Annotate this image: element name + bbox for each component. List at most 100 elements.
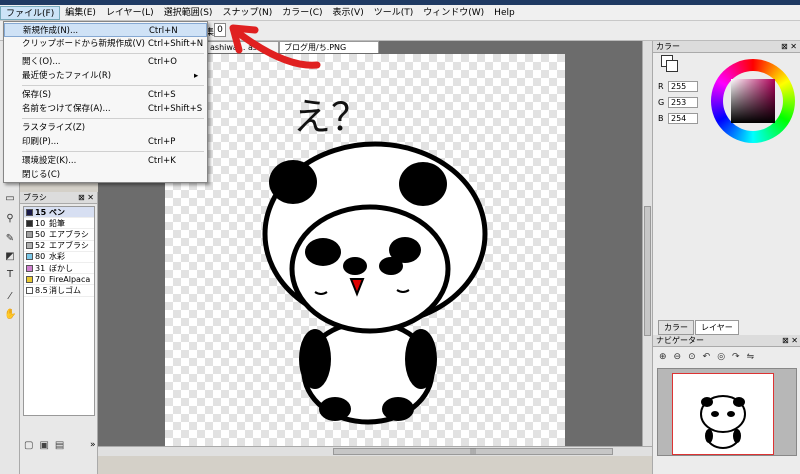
menu-item-close[interactable]: 閉じる(C) xyxy=(4,168,207,182)
menu-item-label: 開く(O)... xyxy=(22,57,61,67)
menu-item-save[interactable]: 保存(S) Ctrl+S xyxy=(4,88,207,102)
drawing-canvas[interactable]: え？ xyxy=(165,54,565,446)
brush-name: エアブラシ xyxy=(49,241,89,251)
menu-tool[interactable]: ツール(T) xyxy=(369,6,419,20)
background-color-swatch[interactable] xyxy=(666,60,678,72)
hand-icon[interactable]: ✋ xyxy=(4,309,16,321)
rotate-right-icon[interactable]: ↷ xyxy=(732,352,740,362)
rotate-left-icon[interactable]: ↶ xyxy=(703,352,711,362)
panel-close-icon[interactable]: ⊠ ✕ xyxy=(782,335,798,347)
expand-arrow-icon[interactable]: » xyxy=(90,440,96,450)
blue-field: B 254 xyxy=(658,113,698,124)
green-value[interactable]: 253 xyxy=(668,97,698,108)
brush-item[interactable]: 80 水彩 xyxy=(24,252,94,263)
vertical-scroll-thumb[interactable] xyxy=(644,206,651,336)
menu-item-shortcut: Ctrl+Shift+S xyxy=(148,104,203,114)
bucket-icon[interactable]: ◩ xyxy=(4,251,16,263)
menu-edit[interactable]: 編集(E) xyxy=(60,6,101,20)
rotate-reset-icon[interactable]: ◎ xyxy=(717,352,725,362)
red-field: R 255 xyxy=(658,81,698,92)
menu-bar: ファイル(F) 編集(E) レイヤー(L) 選択範囲(S) スナップ(N) カラ… xyxy=(0,5,800,21)
menu-item-label: 最近使ったファイル(R) xyxy=(22,71,112,81)
navigator-preview[interactable] xyxy=(657,368,797,456)
pen-icon[interactable]: ✎ xyxy=(4,233,16,245)
new-brush-icon[interactable]: ▢ xyxy=(24,440,33,451)
brush-swatch xyxy=(26,208,33,216)
menu-window[interactable]: ウィンドウ(W) xyxy=(418,6,489,20)
brush-item[interactable]: 50 エアブラシ xyxy=(24,229,94,241)
vertical-scrollbar[interactable] xyxy=(642,41,652,446)
menu-item-label: 環境設定(K)... xyxy=(22,156,77,166)
navigator-thumbnail xyxy=(700,395,746,449)
menu-item-open[interactable]: 開く(O)... Ctrl+O xyxy=(4,55,207,69)
menu-item-label: 保存(S) xyxy=(22,90,52,100)
tab-layer[interactable]: レイヤー xyxy=(695,320,739,335)
brush-item[interactable]: 52 エアブラシ xyxy=(24,241,94,252)
navigator-viewport[interactable] xyxy=(672,373,774,455)
delete-brush-icon[interactable]: ▤ xyxy=(55,440,64,451)
menu-color[interactable]: カラー(C) xyxy=(277,6,327,20)
color-wheel[interactable] xyxy=(711,59,795,143)
status-bar xyxy=(98,456,652,474)
file-menu-dropdown: 新規作成(N)... Ctrl+N クリップボードから新規作成(V) Ctrl+Sh… xyxy=(3,21,208,183)
menu-item-shortcut: Ctrl+N xyxy=(149,26,178,36)
zoom-fit-icon[interactable]: ⊙ xyxy=(688,352,696,362)
panel-close-icon[interactable]: ⊠ ✕ xyxy=(78,192,94,204)
saturation-square[interactable] xyxy=(731,79,775,123)
select-rect-icon[interactable]: ▭ xyxy=(4,193,16,205)
brush-name: 鉛筆 xyxy=(49,218,65,228)
brush-item[interactable]: 15 ペン xyxy=(24,207,94,219)
brush-item[interactable]: 10 鉛筆 xyxy=(24,218,94,230)
menu-item-new[interactable]: 新規作成(N)... Ctrl+N xyxy=(4,23,207,37)
red-value[interactable]: 255 xyxy=(668,81,698,92)
brush-size: 80 xyxy=(35,252,46,262)
submenu-arrow-icon: ▸ xyxy=(194,71,199,81)
zoom-icon[interactable]: ⚲ xyxy=(4,213,16,225)
menu-view[interactable]: 表示(V) xyxy=(328,6,369,20)
color-panel-header: カラー ⊠ ✕ xyxy=(653,41,800,53)
zoom-out-icon[interactable]: ⊖ xyxy=(674,352,682,362)
brush-swatch xyxy=(26,219,33,227)
brush-item[interactable]: 70 FireAlpaca xyxy=(24,274,94,286)
menu-item-label: 印刷(P)... xyxy=(22,137,59,147)
brush-item[interactable]: 31 ぼかし xyxy=(24,263,94,275)
menu-item-shortcut: Ctrl+O xyxy=(148,57,177,67)
menu-layer[interactable]: レイヤー(L) xyxy=(101,6,159,20)
flip-icon[interactable]: ⇋ xyxy=(747,352,755,362)
red-label: R xyxy=(658,82,664,91)
horizontal-scroll-thumb[interactable]: ||| xyxy=(333,448,613,455)
menu-item-preferences[interactable]: 環境設定(K)... Ctrl+K xyxy=(4,154,207,168)
brush-name: ぼかし xyxy=(49,263,73,273)
menu-item-print[interactable]: 印刷(P)... Ctrl+P xyxy=(4,135,207,149)
brush-size: 50 xyxy=(35,229,46,239)
zoom-in-icon[interactable]: ⊕ xyxy=(659,352,667,362)
edit-brush-icon[interactable]: ▣ xyxy=(39,440,48,451)
panel-close-icon[interactable]: ⊠ ✕ xyxy=(781,41,797,53)
menu-selection[interactable]: 選択範囲(S) xyxy=(159,6,218,20)
menu-item-save-as[interactable]: 名前をつけて保存(A)... Ctrl+Shift+S xyxy=(4,102,207,116)
brush-swatch xyxy=(26,286,33,294)
menu-item-rasterize[interactable]: ラスタライズ(Z) xyxy=(4,121,207,135)
blue-value[interactable]: 254 xyxy=(668,113,698,124)
menu-item-new-from-clipboard[interactable]: クリップボードから新規作成(V) Ctrl+Shift+N xyxy=(4,37,207,51)
brush-list: 15 ペン 10 鉛筆 50 エアブラシ 52 エアブラシ 80 水彩 31 ぼかし 70 F… xyxy=(23,206,95,416)
horizontal-scrollbar[interactable]: ||| xyxy=(98,446,652,456)
brush-name: 消しゴム xyxy=(49,285,81,295)
eyedropper-icon[interactable]: ⁄ xyxy=(4,291,16,303)
brush-size: 15 xyxy=(35,207,47,217)
text-tool-icon[interactable]: T xyxy=(4,269,16,281)
brush-item[interactable]: 8.5 消しゴム xyxy=(24,285,94,297)
brush-name: 水彩 xyxy=(49,252,65,262)
canvas-text: え？ xyxy=(293,95,369,139)
menu-help[interactable]: Help xyxy=(489,6,520,20)
color-panel-title: カラー xyxy=(656,42,680,51)
menu-snap[interactable]: スナップ(N) xyxy=(217,6,277,20)
tab-color[interactable]: カラー xyxy=(658,320,694,335)
menu-item-recent-files[interactable]: 最近使ったファイル(R) ▸ xyxy=(4,69,207,83)
menu-item-label: 新規作成(N)... xyxy=(23,26,79,36)
menu-item-shortcut: Ctrl+Shift+N xyxy=(148,39,204,49)
brush-size: 70 xyxy=(35,274,46,284)
menu-item-shortcut: Ctrl+P xyxy=(148,137,176,147)
brush-name: エアブラシ xyxy=(49,229,89,239)
menu-file[interactable]: ファイル(F) xyxy=(0,5,61,20)
